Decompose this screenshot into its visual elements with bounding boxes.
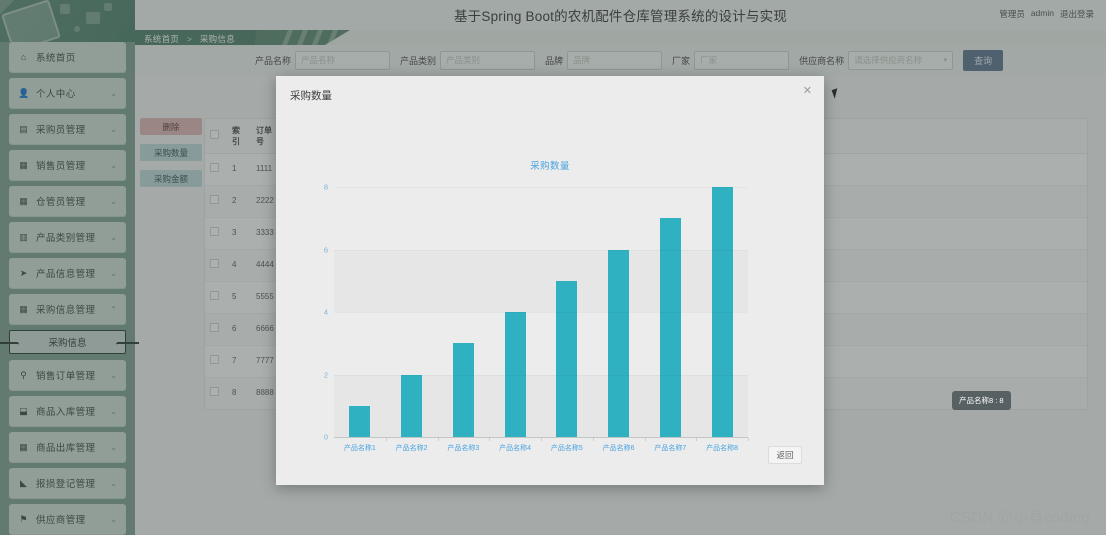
chart-plot-area: 产品名称1 产品名称2 产品名称3 产品名称4 产品名称5 产品名称6 产品名称7 产品名称8… bbox=[324, 183, 749, 452]
purchase-quantity-chart[interactable]: 采购数量 产品名称1 产品名称2 产品名称3 产品名称4 产品名称5 产品名称6 产品名称7… bbox=[276, 114, 824, 452]
chart-tooltip: 产品名称8 : 8 bbox=[952, 391, 1011, 410]
back-button[interactable]: 返回 bbox=[768, 446, 802, 464]
chart-title: 采购数量 bbox=[530, 161, 570, 172]
dialog-header: 采购数量 ✕ bbox=[276, 76, 824, 114]
chart-bar[interactable] bbox=[452, 343, 474, 437]
chart-bar[interactable] bbox=[349, 405, 371, 437]
chart-bar[interactable] bbox=[556, 280, 578, 437]
chart-bar[interactable] bbox=[401, 374, 423, 437]
chart-x-tick bbox=[592, 438, 594, 441]
chart-y-tick: 0 bbox=[323, 432, 328, 442]
chart-x-tick bbox=[385, 438, 387, 441]
chart-gridline bbox=[334, 250, 748, 251]
chart-x-tick bbox=[541, 438, 542, 441]
chart-gridline bbox=[334, 187, 748, 188]
dialog-footer: 返回 bbox=[276, 444, 824, 485]
chart-bar[interactable] bbox=[608, 249, 630, 437]
chart-x-tick bbox=[696, 438, 698, 441]
chart-x-tick bbox=[748, 438, 749, 441]
chart-y-tick: 2 bbox=[323, 370, 328, 379]
chart-bar[interactable] bbox=[659, 218, 681, 437]
chart-x-tick bbox=[644, 438, 646, 441]
chart-gridline bbox=[334, 312, 748, 313]
dialog-title: 采购数量 bbox=[290, 90, 332, 102]
dialog-body: 采购数量 产品名称1 产品名称2 产品名称3 产品名称4 产品名称5 产品名称6 产品名称7… bbox=[276, 114, 1011, 452]
app-root: 基于Spring Boot的农机配件仓库管理系统的设计与实现 管理员 admin… bbox=[0, 0, 1106, 535]
chart-y-tick: 6 bbox=[323, 245, 328, 254]
chart-gridline bbox=[334, 375, 748, 376]
chart-y-tick: 4 bbox=[323, 307, 328, 317]
chart-x-tick bbox=[437, 438, 439, 441]
purchase-quantity-dialog: 采购数量 ✕ 采购数量 产品名称1 产品名称2 产品名称3 产品名称4 产品名称5 产品名… bbox=[276, 76, 1011, 485]
chart-x-tick bbox=[489, 438, 491, 441]
close-icon[interactable]: ✕ bbox=[803, 86, 812, 97]
chart-y-tick: 8 bbox=[323, 182, 328, 192]
